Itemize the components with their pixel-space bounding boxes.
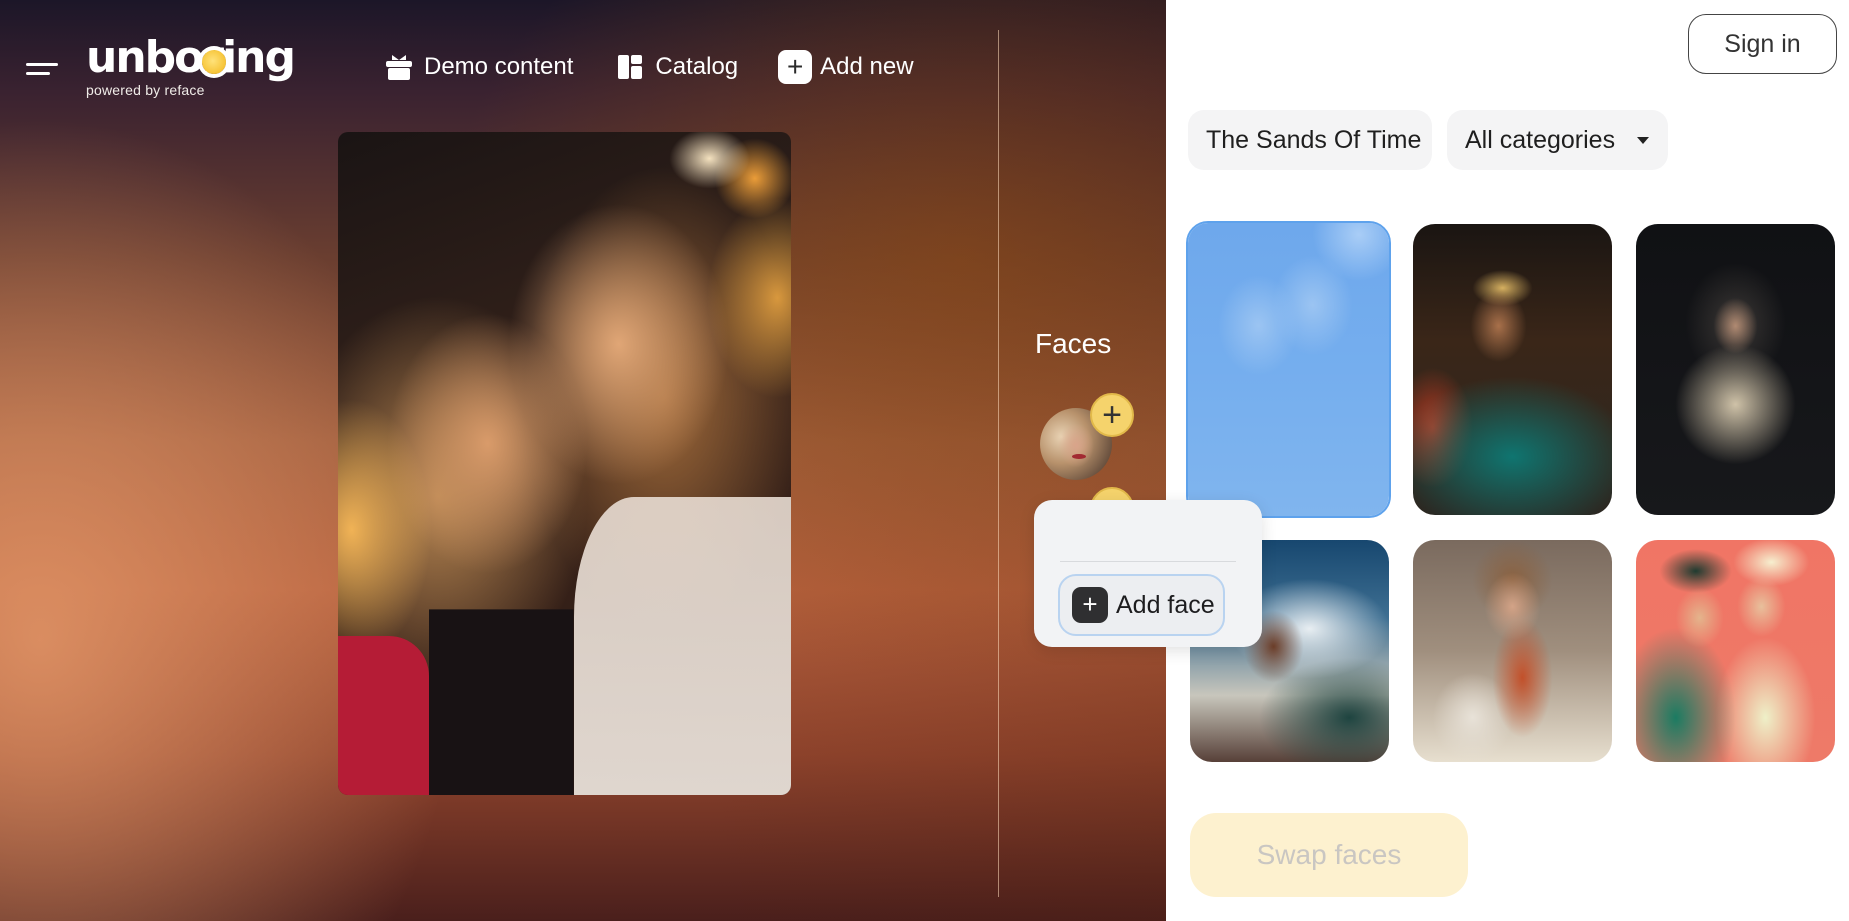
template-card[interactable] bbox=[1413, 224, 1612, 515]
add-face-button[interactable]: + Add face bbox=[1058, 574, 1225, 636]
nav-add-new[interactable]: + Add new bbox=[778, 50, 914, 84]
catalog-icon bbox=[613, 50, 647, 84]
search-input[interactable]: The Sands Of Time bbox=[1188, 110, 1432, 170]
logo-wordmark: unboring bbox=[86, 36, 296, 80]
top-nav: Demo content Catalog + Add new bbox=[382, 50, 954, 84]
template-card[interactable] bbox=[1413, 540, 1612, 762]
category-select[interactable]: All categories bbox=[1447, 110, 1668, 170]
sign-in-button[interactable]: Sign in bbox=[1688, 14, 1837, 74]
logo-dot-icon bbox=[202, 50, 226, 74]
nav-catalog[interactable]: Catalog bbox=[613, 50, 738, 84]
plus-icon[interactable]: + bbox=[1090, 393, 1134, 437]
plus-icon: + bbox=[1072, 587, 1108, 623]
image-detail bbox=[338, 635, 429, 795]
search-value: The Sands Of Time bbox=[1206, 125, 1422, 154]
logo-text: unboring bbox=[86, 32, 296, 83]
swap-faces-button[interactable]: Swap faces bbox=[1190, 813, 1468, 897]
template-card[interactable] bbox=[1186, 221, 1391, 518]
nav-label: Add new bbox=[820, 53, 914, 80]
face-popup: + Add face bbox=[1034, 500, 1262, 647]
image-detail bbox=[573, 496, 791, 795]
template-thumbnail bbox=[1413, 540, 1612, 762]
category-value: All categories bbox=[1465, 125, 1616, 154]
faces-heading: Faces bbox=[1035, 328, 1112, 359]
gift-icon bbox=[382, 50, 416, 84]
hamburger-icon[interactable] bbox=[26, 58, 60, 80]
source-image bbox=[338, 132, 791, 795]
template-card[interactable] bbox=[1636, 540, 1835, 762]
template-card[interactable] bbox=[1636, 224, 1835, 515]
panel-divider bbox=[998, 30, 999, 897]
caret-down-icon bbox=[1637, 136, 1650, 144]
template-thumbnail bbox=[1188, 223, 1389, 516]
template-thumbnail bbox=[1636, 224, 1835, 515]
nav-demo-content[interactable]: Demo content bbox=[382, 50, 573, 84]
nav-label: Catalog bbox=[655, 53, 739, 80]
editor-panel: unboring powered by reface Demo content … bbox=[0, 0, 1166, 921]
image-detail bbox=[428, 609, 574, 795]
logo[interactable]: unboring powered by reface bbox=[86, 36, 296, 99]
template-thumbnail bbox=[1413, 224, 1612, 515]
plus-square-icon: + bbox=[778, 50, 813, 84]
add-face-label: Add face bbox=[1116, 590, 1215, 619]
popup-divider bbox=[1060, 561, 1236, 562]
nav-label: Demo content bbox=[424, 53, 574, 80]
template-thumbnail bbox=[1636, 540, 1835, 762]
logo-tagline: powered by reface bbox=[86, 82, 205, 98]
